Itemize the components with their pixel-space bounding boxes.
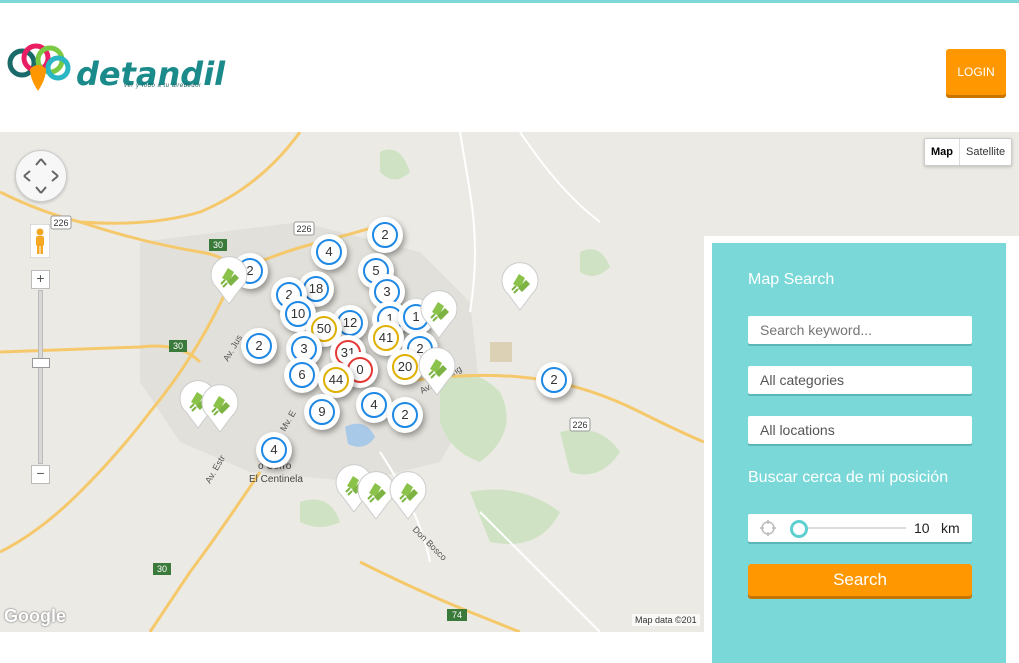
street-label: Av. Estr: [203, 453, 227, 485]
cluster-marker[interactable]: 9: [304, 394, 340, 430]
road-label: 30: [213, 240, 223, 250]
radius-unit: km: [941, 520, 960, 536]
radius-value: 10: [914, 520, 930, 536]
map-type-satellite-button[interactable]: Satellite: [960, 139, 1011, 165]
cluster-count: 9: [309, 399, 335, 425]
radius-slider-handle[interactable]: [790, 520, 808, 538]
place-pin-icon[interactable]: [198, 382, 242, 434]
zoom-in-button[interactable]: +: [31, 270, 50, 289]
cluster-marker[interactable]: 44: [318, 362, 354, 398]
zoom-out-button[interactable]: −: [31, 465, 50, 484]
cluster-count: 2: [392, 402, 418, 428]
search-button[interactable]: Search: [748, 564, 972, 596]
cluster-count: 4: [261, 437, 287, 463]
logo-rings-icon: [7, 43, 71, 91]
road-shield: 226: [50, 215, 72, 230]
road-label: 30: [173, 341, 183, 351]
search-keyword-input[interactable]: [748, 316, 972, 344]
cluster-count: 44: [323, 367, 349, 393]
near-me-label: Buscar cerca de mi posición: [748, 469, 949, 486]
map-type-control: Map Satellite: [924, 138, 1013, 166]
cluster-marker[interactable]: 6: [284, 357, 320, 393]
road-label: 74: [452, 610, 462, 620]
pan-arrows-icon: [23, 158, 59, 194]
google-logo: Google: [4, 606, 66, 626]
cluster-marker[interactable]: 2: [241, 328, 277, 364]
cluster-count: 2: [372, 222, 398, 248]
locations-select[interactable]: All locations: [748, 416, 972, 444]
radius-slider-track[interactable]: [796, 527, 906, 529]
cluster-count: 41: [373, 325, 399, 351]
place-pin-icon[interactable]: [498, 260, 542, 312]
cluster-count: 2: [541, 367, 567, 393]
radius-control: 10 km: [748, 514, 972, 542]
place-pin-icon[interactable]: [415, 345, 459, 397]
road-label: 226: [572, 420, 587, 430]
site-header: detandil ver y todo a tu alrededor LOGIN: [0, 3, 1019, 132]
cluster-count: 2: [246, 333, 272, 359]
place-pin-icon[interactable]: [386, 469, 430, 521]
crosshair-icon[interactable]: [759, 519, 777, 537]
map-type-map-button[interactable]: Map: [925, 139, 960, 165]
login-button[interactable]: LOGIN: [946, 49, 1006, 95]
cluster-marker[interactable]: 4: [256, 432, 292, 468]
place-pin-icon[interactable]: [417, 288, 461, 340]
road-label: 226: [53, 218, 68, 228]
map-attribution[interactable]: Map data ©201: [632, 614, 700, 626]
road-label: 30: [157, 564, 167, 574]
cluster-count: 4: [316, 239, 342, 265]
cluster-count: 4: [361, 392, 387, 418]
logo-tagline: ver y todo a tu alrededor: [124, 83, 202, 89]
zoom-slider-handle[interactable]: [32, 358, 50, 368]
cluster-marker[interactable]: 4: [311, 234, 347, 270]
categories-select[interactable]: All categories: [748, 366, 972, 394]
panel-title: Map Search: [748, 271, 835, 288]
map-search-panel: Map Search All categories All locations …: [712, 243, 1006, 663]
page-bottom-strip: [0, 632, 704, 650]
zoom-slider-track[interactable]: [38, 290, 43, 464]
cluster-marker[interactable]: 2: [367, 217, 403, 253]
cluster-count: 6: [289, 362, 315, 388]
cluster-marker[interactable]: 2: [536, 362, 572, 398]
pan-control[interactable]: [15, 150, 67, 202]
street-view-pegman-icon[interactable]: [29, 223, 51, 259]
place-pin-icon[interactable]: [207, 254, 251, 306]
road-label: 226: [296, 224, 311, 234]
street-label: El Centinela: [249, 474, 303, 485]
site-logo[interactable]: detandil ver y todo a tu alrededor: [6, 41, 246, 103]
cluster-marker[interactable]: 2: [387, 397, 423, 433]
